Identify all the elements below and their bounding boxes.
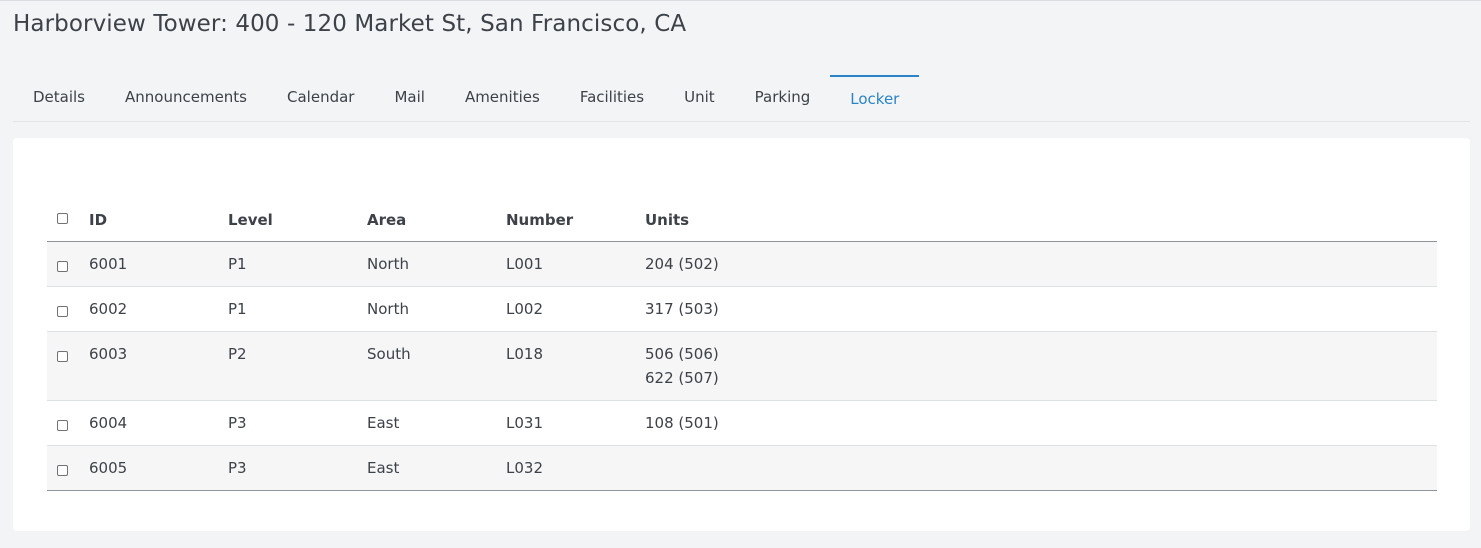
cell-units bbox=[645, 445, 1437, 491]
header-id[interactable]: ID bbox=[89, 198, 228, 242]
unit-entry: 204 (502) bbox=[645, 255, 719, 273]
cell-units: 317 (503) bbox=[645, 286, 1437, 332]
cell-level: P2 bbox=[228, 331, 367, 401]
cell-area: North bbox=[367, 286, 506, 332]
row-checkbox-cell bbox=[47, 400, 89, 446]
row-checkbox-cell bbox=[47, 241, 89, 287]
unit-entry: 317 (503) bbox=[645, 300, 719, 318]
row-checkbox[interactable] bbox=[57, 465, 68, 476]
cell-number: L018 bbox=[506, 331, 645, 401]
unit-entry: 622 (507) bbox=[645, 369, 719, 387]
cell-number: L032 bbox=[506, 445, 645, 491]
tab-calendar[interactable]: Calendar bbox=[287, 75, 354, 121]
table-row[interactable]: 6001 P1 North L001 204 (502) bbox=[47, 241, 1437, 287]
cell-units: 506 (506) 622 (507) bbox=[645, 331, 1437, 401]
tab-announcements[interactable]: Announcements bbox=[125, 75, 247, 121]
cell-number: L031 bbox=[506, 400, 645, 446]
table-row[interactable]: 6004 P3 East L031 108 (501) bbox=[47, 400, 1437, 446]
unit-entry: 108 (501) bbox=[645, 414, 719, 432]
cell-units: 204 (502) bbox=[645, 241, 1437, 287]
table-row[interactable]: 6005 P3 East L032 bbox=[47, 445, 1437, 491]
lockers-table: ID Level Area Number Units 6001 P1 North… bbox=[47, 198, 1437, 491]
cell-area: East bbox=[367, 445, 506, 491]
row-checkbox[interactable] bbox=[57, 306, 68, 317]
header-number[interactable]: Number bbox=[506, 198, 645, 242]
cell-level: P3 bbox=[228, 445, 367, 491]
row-checkbox-cell bbox=[47, 445, 89, 491]
cell-number: L001 bbox=[506, 241, 645, 287]
tab-parking[interactable]: Parking bbox=[755, 75, 811, 121]
cell-id: 6001 bbox=[89, 241, 228, 287]
header-area[interactable]: Area bbox=[367, 198, 506, 242]
cell-units: 108 (501) bbox=[645, 400, 1437, 446]
tab-facilities[interactable]: Facilities bbox=[580, 75, 644, 121]
row-checkbox-cell bbox=[47, 331, 89, 401]
cell-id: 6002 bbox=[89, 286, 228, 332]
cell-area: East bbox=[367, 400, 506, 446]
cell-level: P1 bbox=[228, 241, 367, 287]
lockers-card: ID Level Area Number Units 6001 P1 North… bbox=[13, 138, 1470, 531]
header-units[interactable]: Units bbox=[645, 198, 1437, 242]
table-row[interactable]: 6002 P1 North L002 317 (503) bbox=[47, 286, 1437, 332]
tab-bar: Details Announcements Calendar Mail Amen… bbox=[13, 75, 1470, 122]
table-header-row: ID Level Area Number Units bbox=[47, 198, 1437, 242]
unit-entry: 506 (506) bbox=[645, 345, 719, 363]
tab-locker[interactable]: Locker bbox=[830, 75, 920, 121]
tab-unit[interactable]: Unit bbox=[684, 75, 715, 121]
row-checkbox[interactable] bbox=[57, 420, 68, 431]
cell-id: 6005 bbox=[89, 445, 228, 491]
page-title: Harborview Tower: 400 - 120 Market St, S… bbox=[13, 11, 687, 37]
header-level[interactable]: Level bbox=[228, 198, 367, 242]
row-checkbox[interactable] bbox=[57, 351, 68, 362]
cell-number: L002 bbox=[506, 286, 645, 332]
row-checkbox-cell bbox=[47, 286, 89, 332]
tab-amenities[interactable]: Amenities bbox=[465, 75, 540, 121]
row-checkbox[interactable] bbox=[57, 261, 68, 272]
select-all-checkbox[interactable] bbox=[57, 212, 68, 224]
cell-level: P1 bbox=[228, 286, 367, 332]
tab-details[interactable]: Details bbox=[33, 75, 85, 121]
tab-mail[interactable]: Mail bbox=[394, 75, 424, 121]
select-all-cell bbox=[47, 198, 89, 242]
cell-area: North bbox=[367, 241, 506, 287]
cell-id: 6004 bbox=[89, 400, 228, 446]
table-row[interactable]: 6003 P2 South L018 506 (506) 622 (507) bbox=[47, 331, 1437, 401]
cell-area: South bbox=[367, 331, 506, 401]
cell-level: P3 bbox=[228, 400, 367, 446]
cell-id: 6003 bbox=[89, 331, 228, 401]
